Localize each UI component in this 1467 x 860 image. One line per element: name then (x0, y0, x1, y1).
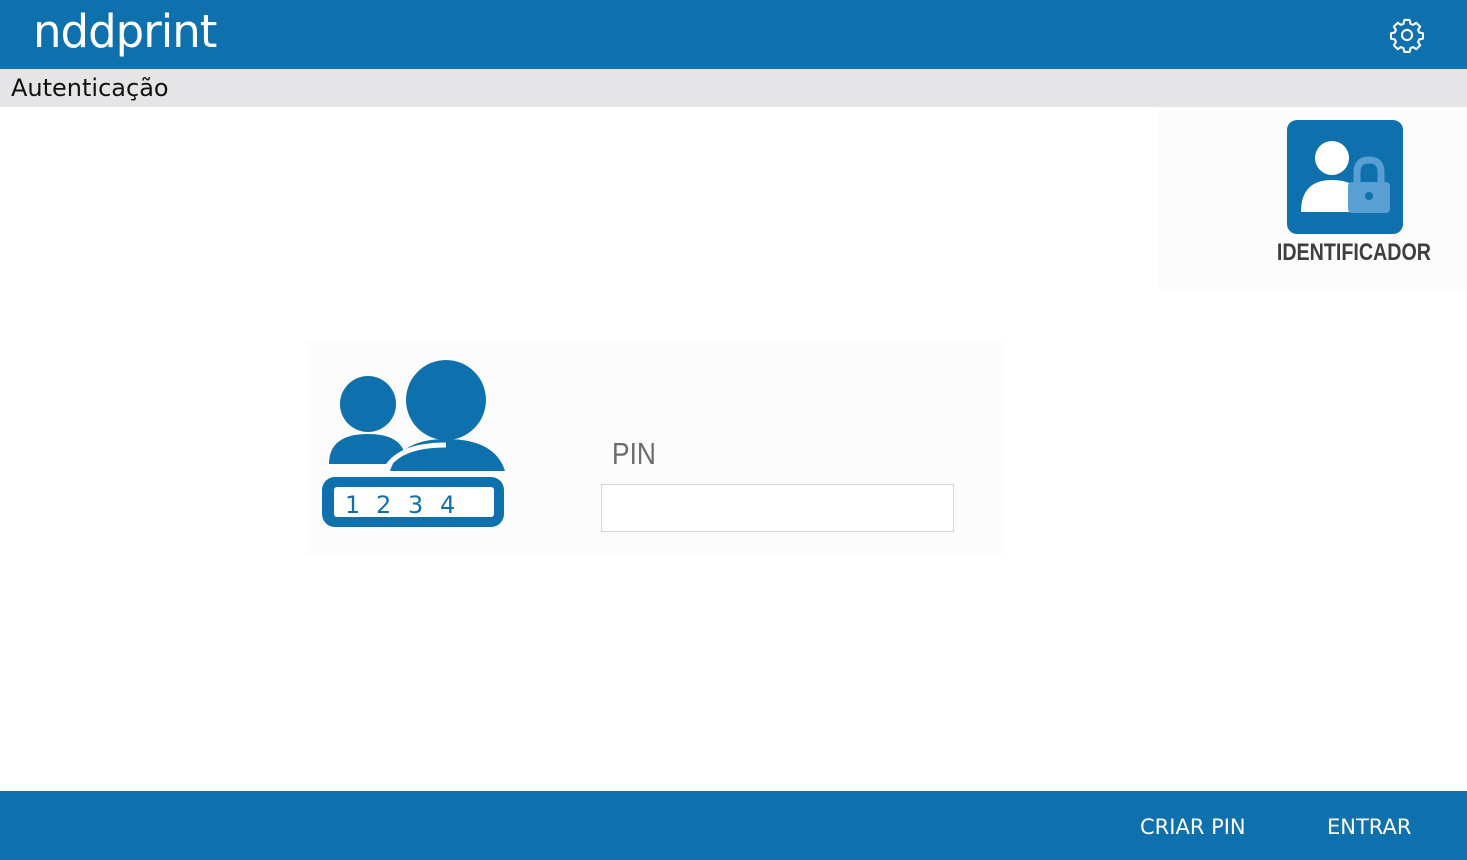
pin-digit: 1 (345, 491, 360, 519)
gear-icon (1389, 18, 1425, 53)
pin-input[interactable] (601, 484, 954, 532)
bottom-bar: CRIAR PIN ENTRAR (0, 791, 1467, 860)
settings-button[interactable] (1388, 16, 1426, 54)
app-window: nddprint Autenticação IDENTIFICADOR 1 2 … (0, 0, 1467, 860)
user-lock-icon (1287, 120, 1403, 234)
enter-button[interactable]: ENTRAR (1327, 813, 1412, 841)
users-pin-icon: 1 2 3 4 (315, 359, 509, 534)
pin-digit: 4 (440, 491, 455, 519)
pin-digit: 3 (408, 491, 423, 519)
page-title: Autenticação (11, 74, 169, 102)
pin-login-card: 1 2 3 4 PIN (307, 341, 1004, 555)
create-pin-button[interactable]: CRIAR PIN (1140, 813, 1246, 841)
pin-label: PIN (612, 436, 656, 471)
identifier-button[interactable]: IDENTIFICADOR (1262, 120, 1432, 275)
pin-digit: 2 (376, 491, 391, 519)
identifier-label: IDENTIFICADOR (1276, 239, 1432, 266)
page-header: Autenticação (0, 69, 1467, 107)
logo: nddprint (33, 5, 217, 58)
top-bar: nddprint (0, 0, 1467, 69)
